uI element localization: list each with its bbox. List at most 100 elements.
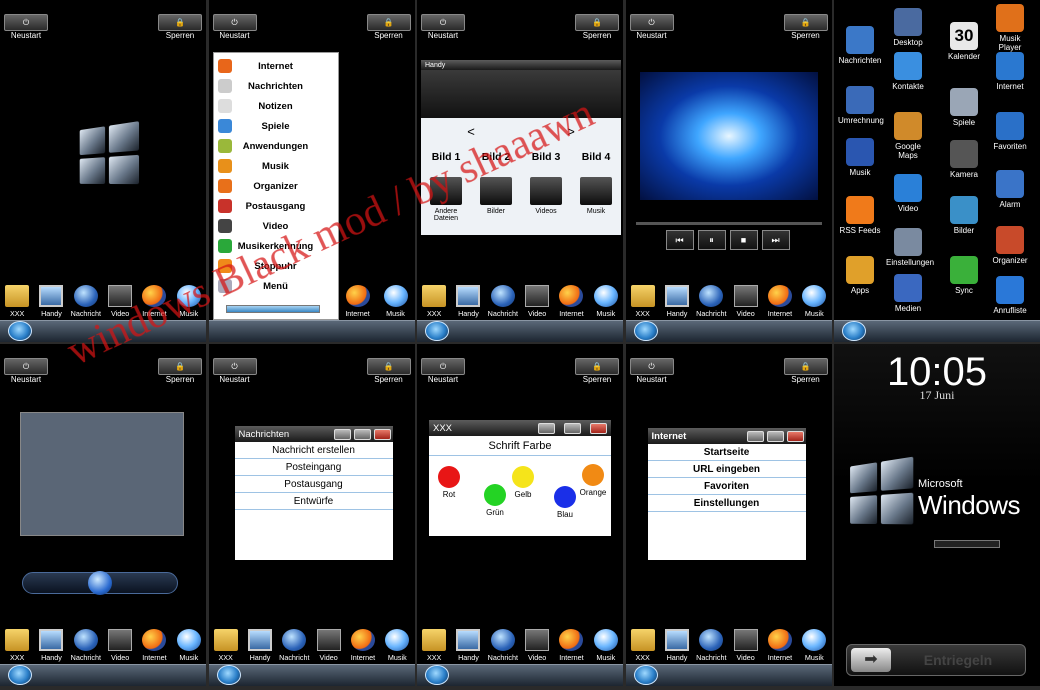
start-button[interactable] [216, 665, 241, 685]
start-button[interactable] [8, 321, 32, 341]
next-button[interactable]: > [567, 124, 575, 139]
dock-item-video[interactable]: Video [312, 629, 346, 662]
dock-item-video[interactable]: Video [729, 285, 763, 318]
restart-button[interactable]: ⏻ Neustart [3, 14, 49, 40]
dock-item-internet[interactable]: Internet [763, 629, 797, 662]
app-einstellungen[interactable]: Einstellungen [886, 228, 934, 267]
dock-item-video[interactable]: Video [520, 629, 554, 662]
dock-item-xxx[interactable]: XXX [0, 629, 34, 662]
dock-item-internet[interactable]: Internet [554, 629, 588, 662]
menu-item-postausgang[interactable]: Postausgang [214, 196, 338, 216]
menu-item-organizer[interactable]: Organizer [214, 176, 338, 196]
tab-bild-2[interactable]: Bild 2 [482, 151, 511, 163]
dock-item-nachricht[interactable]: Nachricht [694, 285, 728, 318]
app-musik[interactable]: Musik [838, 138, 882, 177]
dock-item-nachricht[interactable]: Nachricht [277, 629, 311, 662]
color-rot[interactable]: Rot [435, 466, 463, 499]
restart-button[interactable]: ⏻ Neustart [629, 358, 675, 384]
dock-item-xxx[interactable]: XXX [626, 285, 660, 318]
menu-item-musikerkennung[interactable]: Musikerkennung [214, 236, 338, 256]
play-button[interactable] [88, 571, 112, 595]
dock-item-internet[interactable]: Internet [137, 285, 171, 318]
restart-button[interactable]: ⏻ Neustart [3, 358, 49, 384]
lock-button[interactable]: 🔒 Sperren [574, 14, 620, 40]
prev-button[interactable]: ⏮ [665, 230, 694, 250]
dock-item-internet[interactable]: Internet [341, 285, 375, 318]
app-desktop[interactable]: Desktop [886, 8, 930, 47]
minimize-button[interactable] [746, 431, 764, 442]
dock-item-musik[interactable]: Musik [589, 629, 623, 662]
internet-item-einstellungen[interactable]: Einstellungen [647, 495, 806, 512]
messages-item-nachricht-erstellen[interactable]: Nachricht erstellen [234, 442, 393, 459]
app-kontakte[interactable]: Kontakte [886, 52, 930, 91]
tab-bild-3[interactable]: Bild 3 [532, 151, 561, 163]
tab-bild-4[interactable]: Bild 4 [582, 151, 611, 163]
internet-item-favoriten[interactable]: Favoriten [647, 478, 806, 495]
dock-item-nachricht[interactable]: Nachricht [486, 285, 520, 318]
dock-item-nachricht[interactable]: Nachricht [69, 629, 103, 662]
dock-item-xxx[interactable]: XXX [417, 285, 451, 318]
menu-item-spiele[interactable]: Spiele [214, 116, 338, 136]
color-gr-n[interactable]: Grün [481, 484, 509, 517]
dock-item-internet[interactable]: Internet [137, 629, 171, 662]
close-button[interactable] [590, 423, 607, 434]
restart-button[interactable]: ⏻ Neustart [420, 14, 466, 40]
next-button[interactable]: ⏭ [761, 230, 790, 250]
dock-item-xxx[interactable]: XXX [626, 629, 660, 662]
menu-item-nachrichten[interactable]: Nachrichten [214, 76, 338, 96]
app-umrechnung[interactable]: Umrechnung [838, 86, 884, 125]
lock-button[interactable]: 🔒 Sperren [783, 358, 829, 384]
pause-button[interactable]: ⏸ [697, 230, 726, 250]
folder-musik[interactable]: Musik [573, 177, 619, 222]
menu-item-anwendungen[interactable]: Anwendungen [214, 136, 338, 156]
dock-item-musik[interactable]: Musik [380, 629, 414, 662]
messages-item-posteingang[interactable]: Posteingang [234, 459, 393, 476]
app-google-maps[interactable]: Google Maps [886, 112, 930, 160]
menu-item-notizen[interactable]: Notizen [214, 96, 338, 116]
prev-button[interactable]: < [467, 124, 475, 139]
dock-item-musik[interactable]: Musik [172, 629, 206, 662]
color-blau[interactable]: Blau [551, 486, 579, 519]
dock-item-handy[interactable]: Handy [34, 629, 68, 662]
folder-andere-dateien[interactable]: Andere Dateien [423, 177, 469, 222]
app-organizer[interactable]: Organizer [988, 226, 1032, 265]
dock-item-handy[interactable]: Handy [34, 285, 68, 318]
dock-item-musik[interactable]: Musik [797, 285, 831, 318]
dock-item-handy[interactable]: Handy [451, 629, 485, 662]
close-button[interactable] [373, 429, 391, 440]
maximize-button[interactable] [353, 429, 371, 440]
tab-bild-1[interactable]: Bild 1 [432, 151, 461, 163]
lock-button[interactable]: 🔒 Sperren [157, 14, 203, 40]
dock-item-musik[interactable]: Musik [379, 285, 413, 318]
app-favoriten[interactable]: Favoriten [988, 112, 1032, 151]
dock-item-video[interactable]: Video [103, 629, 137, 662]
seek-bar[interactable] [635, 222, 822, 225]
app-bilder[interactable]: Bilder [942, 196, 986, 235]
color-gelb[interactable]: Gelb [509, 466, 537, 499]
stop-button[interactable]: ■ [729, 230, 758, 250]
messages-item-postausgang[interactable]: Postausgang [234, 476, 393, 493]
unlock-slider[interactable]: ➡ Entriegeln [846, 644, 1026, 676]
lock-button[interactable]: 🔒 Sperren [783, 14, 829, 40]
app-medien[interactable]: Medien [886, 274, 930, 313]
start-button[interactable] [8, 665, 32, 685]
dock-item-handy[interactable]: Handy [660, 285, 694, 318]
maximize-button[interactable] [766, 431, 784, 442]
lock-button[interactable]: 🔒 Sperren [366, 14, 412, 40]
dock-item-handy[interactable]: Handy [660, 629, 694, 662]
dock-item-nachricht[interactable]: Nachricht [486, 629, 520, 662]
app-spiele[interactable]: Spiele [942, 88, 986, 127]
app-sync[interactable]: Sync [942, 256, 986, 295]
dock-item-nachricht[interactable]: Nachricht [694, 629, 728, 662]
dock-item-musik[interactable]: Musik [797, 629, 831, 662]
dock-item-xxx[interactable]: XXX [209, 629, 243, 662]
unlock-arrow-icon[interactable]: ➡ [851, 648, 891, 672]
maximize-button[interactable] [564, 423, 581, 434]
menu-item-stoppuhr[interactable]: Stoppuhr [214, 256, 338, 276]
start-button[interactable] [842, 321, 866, 341]
app-musik-player[interactable]: Musik Player [988, 4, 1032, 52]
app-kalender[interactable]: 30 Kalender [942, 22, 986, 61]
start-button[interactable] [425, 665, 449, 685]
internet-item-startseite[interactable]: Startseite [647, 444, 806, 461]
close-button[interactable] [786, 431, 804, 442]
